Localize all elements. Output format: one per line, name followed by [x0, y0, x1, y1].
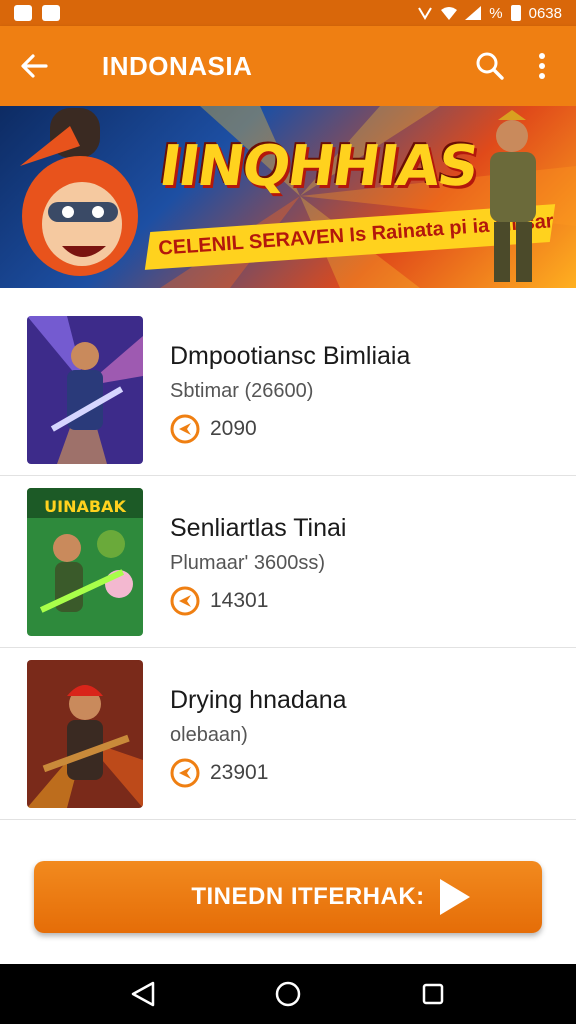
more-options-button[interactable]	[516, 26, 568, 106]
item-subtitle: olebaan)	[170, 724, 248, 746]
battery-percent: %	[489, 4, 503, 22]
item-title: Dmpootiansc Bimliaia	[170, 342, 411, 370]
more-vert-icon	[539, 53, 545, 79]
page-title: INDONASIA	[102, 50, 253, 81]
item-title: Senliartlas Tinai	[170, 514, 347, 542]
item-stat: 2090	[170, 414, 257, 444]
back-nav-icon	[131, 981, 154, 1007]
search-button[interactable]	[464, 26, 516, 106]
back-button[interactable]	[0, 26, 68, 106]
item-title: Drying hnadana	[170, 686, 347, 714]
nav-back-button[interactable]	[123, 974, 163, 1014]
recents-nav-icon	[423, 983, 444, 1005]
search-icon	[476, 52, 504, 80]
banner-title: IINQHHIAS	[155, 134, 481, 199]
list-item[interactable]: UINABAK Senliartlas Tinai Plumaar' 3600s…	[0, 476, 576, 648]
system-nav-bar	[0, 964, 576, 1024]
signal-icon	[465, 6, 482, 20]
play-icon	[440, 879, 470, 915]
cta-area: TINEDN ITFERHAK:	[0, 836, 576, 964]
list-item[interactable]: Dmpootiansc Bimliaia Sbtimar (26600) 209…	[0, 304, 576, 476]
item-subtitle: Sbtimar (26600)	[170, 380, 314, 402]
cta-label: TINEDN ITFERHAK:	[191, 883, 425, 910]
stat-value: 23901	[210, 761, 269, 784]
thumb-label: UINABAK	[44, 497, 126, 516]
cta-button[interactable]: TINEDN ITFERHAK:	[34, 861, 542, 933]
item-stat: 14301	[170, 586, 268, 616]
nfc-icon	[418, 7, 433, 20]
nav-home-button[interactable]	[268, 974, 308, 1014]
status-right: % 0638	[417, 5, 562, 22]
status-time: 0638	[528, 4, 562, 22]
rating-icon	[170, 414, 200, 444]
game-list: Dmpootiansc Bimliaia Sbtimar (26600) 209…	[0, 304, 576, 820]
status-left	[14, 5, 60, 21]
nav-recents-button[interactable]	[413, 974, 453, 1014]
battery-icon	[510, 5, 521, 21]
list-item[interactable]: Drying hnadana olebaan) 23901	[0, 648, 576, 820]
item-stat: 23901	[170, 758, 268, 788]
rating-icon	[170, 758, 200, 788]
hero-character-left	[20, 108, 138, 276]
gallery-app-icon	[14, 5, 32, 21]
status-bar: % 0638	[0, 0, 576, 26]
home-nav-icon	[275, 981, 301, 1007]
back-arrow-icon	[21, 54, 48, 78]
game-thumbnail-icon	[27, 660, 143, 808]
stat-value: 2090	[210, 417, 257, 440]
hero-character-right	[490, 110, 536, 282]
rating-icon	[170, 586, 200, 616]
promo-banner[interactable]: IINQHHIAS CELENIL SERAVEN Is Rainata pi …	[0, 106, 576, 288]
camera-app-icon	[42, 5, 60, 21]
item-subtitle: Plumaar' 3600ss)	[170, 552, 325, 574]
app-bar: INDONASIA	[0, 26, 576, 106]
wifi-icon	[441, 7, 458, 20]
game-thumbnail-icon: UINABAK	[27, 488, 143, 636]
game-thumbnail-icon	[27, 316, 143, 464]
stat-value: 14301	[210, 589, 269, 612]
